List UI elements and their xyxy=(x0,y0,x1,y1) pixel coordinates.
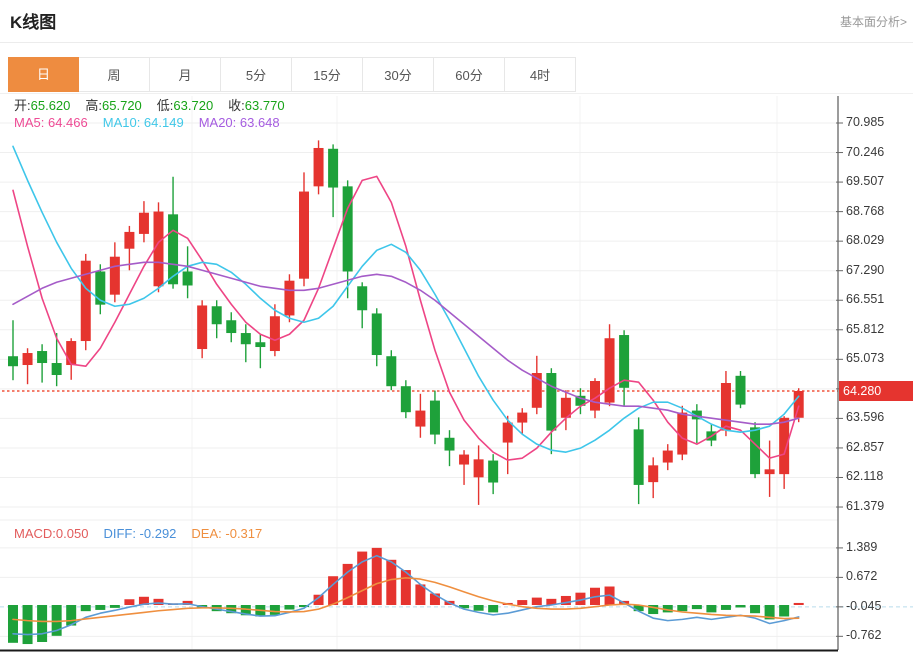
current-price-badge: 64.280 xyxy=(839,381,913,401)
ohlc-legend: 开:65.620 高:65.720 低:63.720 收:63.770 xyxy=(14,95,300,114)
price-tick-label: 61.379 xyxy=(846,499,884,513)
legend-item: MA10: 64.149 xyxy=(103,115,184,130)
macd-tick-label: 0.672 xyxy=(846,569,877,583)
macd-legend: MACD:0.050 DIFF: -0.292 DEA: -0.317 xyxy=(14,526,277,541)
legend-item: MACD:0.050 xyxy=(14,526,88,541)
price-tick-label: 70.985 xyxy=(846,115,884,129)
price-tick-label: 65.073 xyxy=(846,351,884,365)
price-tick-label: 62.857 xyxy=(846,440,884,454)
legend-item: DIFF: -0.292 xyxy=(103,526,176,541)
macd-tick-label: -0.762 xyxy=(846,628,881,642)
legend-item: MA5: 64.466 xyxy=(14,115,88,130)
ma-legend: MA5: 64.466 MA10: 64.149 MA20: 63.648 xyxy=(14,115,295,130)
legend-item: 高:65.720 xyxy=(85,98,141,113)
legend-item: 开:65.620 xyxy=(14,98,70,113)
legend-item: DEA: -0.317 xyxy=(191,526,262,541)
price-tick-label: 69.507 xyxy=(846,174,884,188)
price-tick-label: 66.551 xyxy=(846,292,884,306)
macd-tick-label: -0.045 xyxy=(846,599,881,613)
price-tick-label: 62.118 xyxy=(846,469,883,483)
legend-item: MA20: 63.648 xyxy=(199,115,280,130)
legend-item: 收:63.770 xyxy=(228,98,284,113)
macd-tick-label: 1.389 xyxy=(846,540,877,554)
price-tick-label: 70.246 xyxy=(846,145,884,159)
price-tick-label: 68.768 xyxy=(846,204,884,218)
price-tick-label: 68.029 xyxy=(846,233,884,247)
price-tick-label: 67.290 xyxy=(846,263,884,277)
price-tick-label: 65.812 xyxy=(846,322,884,336)
price-tick-label: 63.596 xyxy=(846,410,884,424)
legend-item: 低:63.720 xyxy=(157,98,213,113)
